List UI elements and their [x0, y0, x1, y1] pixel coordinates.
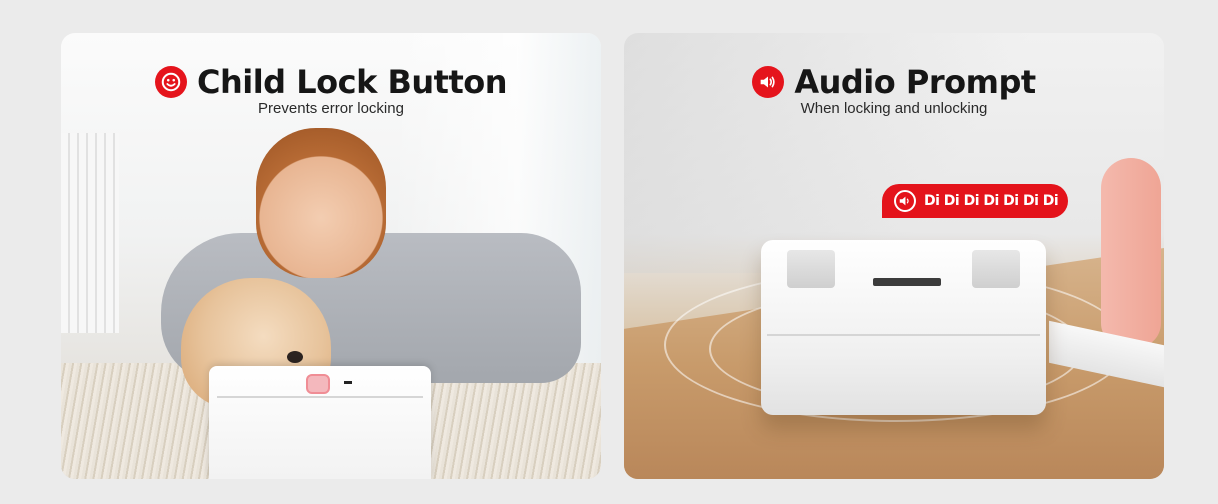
child-lock-panel: Child Lock Button Prevents error locking [61, 33, 601, 479]
girl-head-image [256, 128, 386, 278]
indicator-slot [344, 381, 352, 384]
lid-seam [767, 334, 1040, 336]
display-screen [873, 278, 941, 286]
speaker-icon [752, 66, 785, 98]
lid-window-left [787, 250, 835, 288]
child-lock-button [306, 374, 330, 394]
lock-box-product [209, 366, 431, 479]
audio-prompt-heading: Audio Prompt [624, 63, 1164, 101]
child-lock-subtitle: Prevents error locking [258, 100, 404, 117]
audio-badge-text: Di Di Di Di Di Di Di [924, 193, 1059, 209]
speaker-icon [894, 190, 916, 212]
smiley-face-icon [154, 66, 187, 98]
lock-box-product [761, 240, 1046, 415]
audio-badge: Di Di Di Di Di Di Di [882, 184, 1068, 218]
dog-nose [287, 351, 303, 363]
audio-prompt-subtitle: When locking and unlocking [800, 100, 988, 117]
lid-window-right [972, 250, 1020, 288]
lid-line [217, 396, 423, 398]
audio-prompt-title: Audio Prompt [794, 63, 1036, 101]
child-lock-heading: Child Lock Button [61, 63, 601, 101]
radiator-image [61, 133, 119, 333]
child-lock-title: Child Lock Button [196, 63, 508, 101]
banner: Child Lock Button Prevents error locking… [0, 0, 1218, 504]
pink-vase-image [1101, 158, 1161, 348]
audio-prompt-panel: Di Di Di Di Di Di Di Audio Prompt When l… [624, 33, 1164, 479]
